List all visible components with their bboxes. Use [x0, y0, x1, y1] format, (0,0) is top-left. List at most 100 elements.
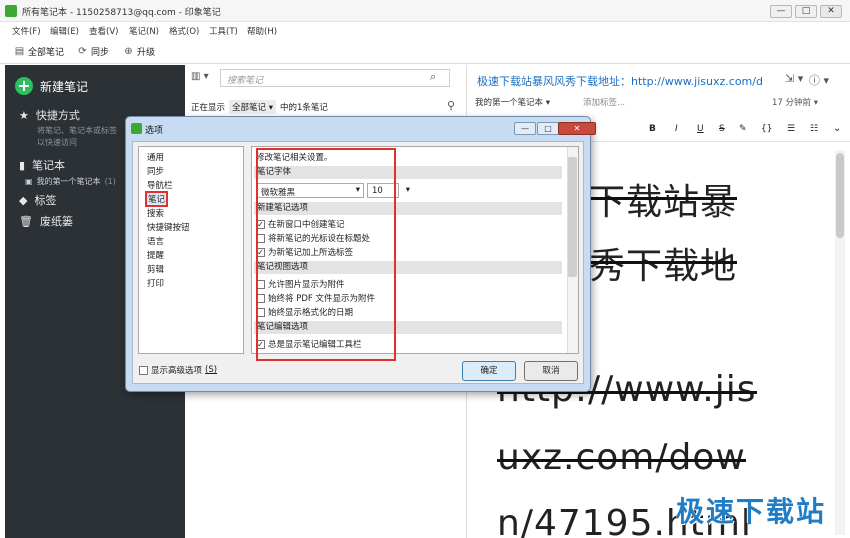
bold-icon[interactable]: B — [649, 124, 656, 134]
maximize-button[interactable]: □ — [795, 5, 817, 18]
numbered-list-icon[interactable]: ☷ — [810, 124, 818, 134]
note-count: 中的1条笔记 — [280, 103, 328, 113]
window-title: 所有笔记本 - 1150258713@qq.com - 印象笔记 — [22, 8, 221, 18]
editor-scrollbar-thumb[interactable] — [836, 153, 844, 238]
sync-label: 同步 — [91, 48, 110, 58]
show-advanced-options[interactable]: 显示高级选项 (S) — [139, 364, 217, 376]
strikethrough-icon[interactable]: S — [719, 124, 725, 134]
settings-scrollbar-thumb[interactable] — [568, 157, 577, 277]
strike-line — [589, 197, 738, 200]
red-highlight-box — [256, 148, 396, 361]
menu-bar — [0, 22, 850, 40]
cancel-button[interactable]: 取消 — [524, 361, 578, 381]
shortcuts-hint-line1: 将笔记、笔记本或标签 — [37, 126, 117, 135]
tags-label: 标签 — [34, 194, 57, 207]
close-button[interactable]: ✕ — [820, 5, 842, 18]
upgrade-icon: ⊕ — [124, 46, 133, 57]
info-icon[interactable]: ⓘ ▾ — [809, 72, 829, 88]
italic-icon[interactable]: I — [675, 124, 678, 134]
menu-edit[interactable]: 编辑(E) — [50, 25, 79, 37]
underline-icon[interactable]: U — [697, 124, 704, 134]
add-tag-input[interactable]: 添加标签... — [583, 96, 625, 108]
note-title[interactable]: 极速下载站暴风风秀下载地址：http://www.jisuxz.com/d — [477, 73, 762, 89]
sidebar-item-trash[interactable]: 🗑 废纸篓 — [19, 213, 73, 229]
share-icon[interactable]: ⇲ ▾ — [785, 72, 803, 85]
plus-icon: + — [15, 77, 33, 95]
advanced-label: 显示高级选项 — [151, 366, 203, 376]
category-note-selected[interactable]: 笔记 — [145, 191, 169, 207]
search-input[interactable]: 搜索笔记 — [220, 69, 450, 87]
category-sync[interactable]: 同步 — [147, 165, 164, 177]
strike-line — [497, 459, 746, 462]
dialog-close-button[interactable]: ✕ — [558, 122, 596, 135]
sidebar-item-my-notebook[interactable]: ▣ 我的第一个笔记本 (1) — [25, 176, 116, 187]
notebooks-label: 笔记本 — [32, 159, 66, 172]
notebook-filter-dropdown[interactable]: 全部笔记 ▾ — [229, 100, 276, 114]
new-note-label: 新建笔记 — [40, 79, 89, 94]
category-search[interactable]: 搜索 — [147, 207, 164, 219]
search-icon[interactable]: ⌕ — [430, 70, 436, 84]
sidebar-item-tags[interactable]: ◆ 标签 — [19, 192, 56, 208]
menu-file[interactable]: 文件(F) — [12, 25, 41, 37]
sync-button[interactable]: ⟳ 同步 — [77, 45, 109, 58]
note-body-line-1[interactable]: 下载站暴 — [589, 173, 738, 225]
dialog-minimize-button[interactable]: — — [514, 122, 536, 135]
minimize-button[interactable]: — — [770, 5, 792, 18]
sidebar-item-notebooks[interactable]: ▮ 笔记本 — [19, 157, 65, 173]
sidebar-item-shortcuts[interactable]: ★ 快捷方式 — [19, 107, 80, 123]
category-general[interactable]: 通用 — [147, 151, 164, 163]
upgrade-label: 升级 — [137, 48, 156, 58]
note-body-line-2[interactable]: 秀下载地 — [589, 237, 738, 289]
menu-help[interactable]: 帮助(H) — [247, 25, 277, 37]
my-notebook-label: 我的第一个笔记本 — [36, 177, 101, 186]
menu-note[interactable]: 笔记(N) — [129, 25, 159, 37]
evernote-app-icon — [5, 5, 17, 17]
shortcuts-hint-line2: 以快速访问 — [37, 138, 77, 147]
sort-icon[interactable]: ⚲ — [447, 99, 455, 112]
new-note-button[interactable]: + 新建笔记 — [15, 75, 88, 97]
more-format-icon[interactable]: ⌄ — [833, 123, 841, 134]
highlight-icon[interactable]: ✎ — [739, 124, 747, 134]
ok-button[interactable]: 确定 — [462, 361, 516, 381]
options-dialog: 选项 — □ ✕ 通用 同步 导航栏 笔记 搜索 快捷键按钮 语言 提醒 剪辑 … — [125, 116, 596, 392]
category-language[interactable]: 语言 — [147, 235, 164, 247]
dialog-body: 通用 同步 导航栏 笔记 搜索 快捷键按钮 语言 提醒 剪辑 打印 修改笔记相关… — [132, 141, 584, 384]
dialog-title: 选项 — [145, 126, 164, 136]
note-timestamp: 17 分钟前 ▾ — [772, 98, 818, 108]
notebook-icon: ▮ — [19, 158, 26, 172]
menu-format[interactable]: 格式(O) — [169, 25, 199, 37]
note-body-line-2-text: 秀下载地 — [589, 246, 738, 287]
category-navbar[interactable]: 导航栏 — [147, 179, 173, 191]
all-notes-button[interactable]: ▤ 全部笔记 — [14, 45, 64, 58]
strike-line — [589, 261, 738, 264]
all-notes-label: 全部笔记 — [28, 48, 65, 58]
dialog-app-icon — [131, 123, 142, 134]
category-list: 通用 同步 导航栏 笔记 搜索 快捷键按钮 语言 提醒 剪辑 打印 — [138, 146, 244, 354]
category-hotkeys[interactable]: 快捷键按钮 — [147, 221, 190, 233]
notebook-small-icon: ▣ — [25, 177, 33, 186]
shortcuts-label: 快捷方式 — [35, 109, 80, 122]
menu-view[interactable]: 查看(V) — [89, 25, 118, 37]
note-body-line-4-text: uxz.com/dow — [497, 437, 746, 478]
advanced-shortcut: (S) — [205, 365, 218, 375]
sync-icon: ⟳ — [78, 46, 87, 57]
my-notebook-count: (1) — [104, 177, 116, 186]
menu-tools[interactable]: 工具(T) — [209, 25, 238, 37]
view-toggle-icon[interactable]: ▥ ▾ — [191, 71, 209, 82]
upgrade-button[interactable]: ⊕ 升级 — [123, 45, 155, 58]
category-clipper[interactable]: 剪辑 — [147, 263, 164, 275]
trash-icon: 🗑 — [19, 214, 33, 228]
category-print[interactable]: 打印 — [147, 277, 164, 289]
showing-prefix: 正在显示 — [191, 103, 226, 113]
code-icon[interactable]: {} — [761, 124, 772, 134]
note-filter-bar: 正在显示 全部笔记 ▾ 中的1条笔记 — [191, 100, 328, 114]
dialog-maximize-button[interactable]: □ — [537, 122, 559, 135]
tag-icon: ◆ — [19, 193, 28, 207]
checkbox[interactable] — [139, 365, 148, 375]
note-notebook-selector[interactable]: 我的第一个笔记本 ▾ — [475, 96, 550, 108]
watermark-logo: 极速下载站 — [676, 495, 827, 528]
category-reminders[interactable]: 提醒 — [147, 249, 164, 261]
note-body-line-4[interactable]: uxz.com/dow — [497, 437, 746, 478]
bullet-list-icon[interactable]: ☰ — [787, 124, 795, 134]
notes-icon: ▤ — [14, 46, 25, 57]
